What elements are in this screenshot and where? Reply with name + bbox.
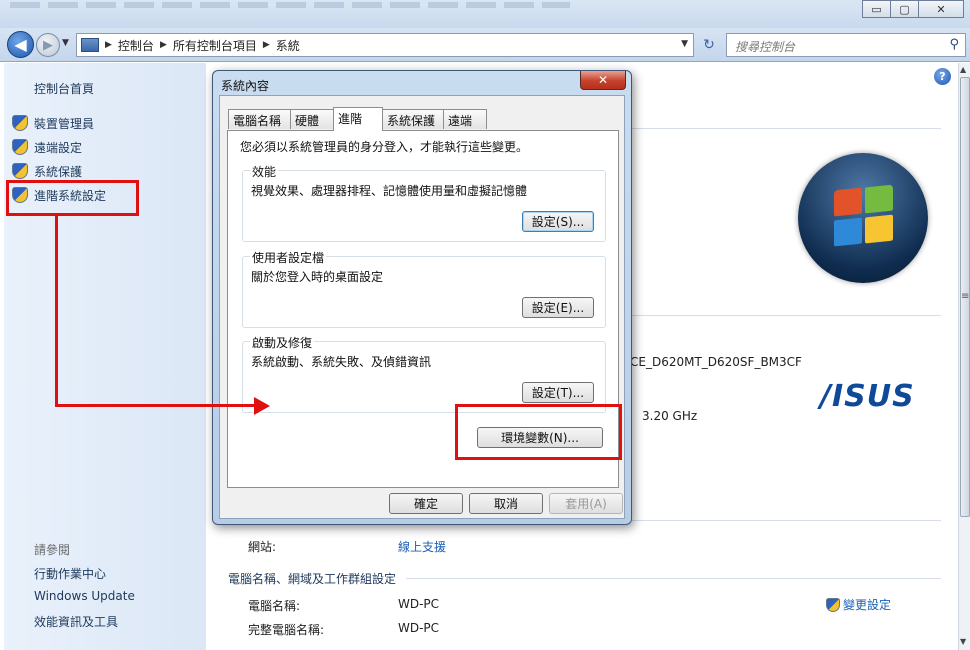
tab-system-protection[interactable]: 系統保護 <box>382 109 444 129</box>
sidebar-item-label: 遠端設定 <box>34 140 83 155</box>
search-icon[interactable]: ⚲ <box>949 37 959 52</box>
shield-icon <box>12 115 28 131</box>
scroll-grip-icon: ≡ <box>961 291 970 302</box>
chevron-down-icon[interactable]: ▼ <box>681 39 688 49</box>
refresh-button[interactable]: ↻ <box>697 33 721 57</box>
user-profiles-settings-button[interactable]: 設定(E)... <box>522 297 594 318</box>
vertical-scrollbar[interactable]: ▲ ≡ ▼ <box>958 63 970 650</box>
blurred-title-text <box>10 2 570 8</box>
forward-button[interactable]: ▶ <box>36 33 60 57</box>
see-also-heading: 請參閱 <box>34 543 71 557</box>
performance-info-link[interactable]: 效能資訊及工具 <box>34 613 118 630</box>
navigation-bar: ◀ ▶ ▼ ▶ 控制台 ▶ 所有控制台項目 ▶ 系統 ▼ ↻ 搜尋控制台 ⚲ <box>0 28 970 62</box>
flag-green <box>865 184 893 214</box>
dialog-close-button[interactable]: ✕ <box>580 71 626 90</box>
scroll-up-icon[interactable]: ▲ <box>960 65 966 74</box>
group-title: 效能 <box>250 163 279 180</box>
annotation-arrow-horizontal <box>55 404 255 407</box>
performance-group: 效能 視覺效果、處理器排程、記憶體使用量和虛擬記憶體 設定(S)... <box>242 163 606 242</box>
windows-update-link[interactable]: Windows Update <box>34 589 135 603</box>
sidebar-item-system-protection[interactable]: 系統保護 <box>12 161 82 181</box>
startup-recovery-settings-button[interactable]: 設定(T)... <box>522 382 594 403</box>
close-button[interactable]: ✕ <box>918 0 964 18</box>
sidebar-home-link[interactable]: 控制台首頁 <box>34 80 94 97</box>
change-settings-label: 變更設定 <box>843 598 892 612</box>
search-placeholder: 搜尋控制台 <box>735 40 796 54</box>
chevron-right-icon[interactable]: ▶ <box>105 40 112 50</box>
shield-icon <box>12 139 28 155</box>
system-model-text: CE_D620MT_D620SF_BM3CF <box>630 355 802 369</box>
computer-name-key: 電腦名稱: <box>248 599 301 613</box>
annotation-arrowhead <box>254 397 270 415</box>
windows-logo <box>798 153 928 283</box>
website-key: 網站: <box>248 540 277 554</box>
sidebar-item-label: 系統保護 <box>34 164 83 179</box>
full-computer-name-value: WD-PC <box>398 621 440 635</box>
group-description: 視覺效果、處理器排程、記憶體使用量和虛擬記憶體 <box>251 184 528 198</box>
group-title: 啟動及修復 <box>250 334 315 351</box>
online-support-link[interactable]: 線上支援 <box>398 538 446 555</box>
window-titlebar: ▭ ▢ ✕ <box>0 0 970 28</box>
user-profiles-group: 使用者設定檔 關於您登入時的桌面設定 設定(E)... <box>242 249 606 328</box>
sidebar-item-device-manager[interactable]: 裝置管理員 <box>12 113 94 133</box>
window-controls: ▭ ▢ ✕ <box>862 0 964 18</box>
sidebar-item-label: 裝置管理員 <box>34 116 95 131</box>
scroll-down-icon[interactable]: ▼ <box>960 637 966 646</box>
apply-button[interactable]: 套用(A) <box>549 493 623 514</box>
sidebar: 控制台首頁 裝置管理員 遠端設定 系統保護 進階系統設定 請參閱 行動作業中心 … <box>4 63 206 650</box>
help-icon[interactable]: ? <box>934 68 951 85</box>
group-description: 系統啟動、系統失敗、及偵錯資訊 <box>251 355 432 369</box>
highlight-advanced-settings <box>6 180 139 216</box>
highlight-environment-variables <box>455 404 622 460</box>
cpu-speed-text: 3.20 GHz <box>642 409 698 423</box>
tab-computer-name[interactable]: 電腦名稱 <box>228 109 291 129</box>
flag-blue <box>834 217 862 247</box>
startup-recovery-group: 啟動及修復 系統啟動、系統失敗、及偵錯資訊 設定(T)... <box>242 334 606 413</box>
flag-yellow <box>865 214 893 244</box>
search-input[interactable]: 搜尋控制台 ⚲ <box>726 33 966 57</box>
shield-icon <box>826 597 840 612</box>
action-center-link[interactable]: 行動作業中心 <box>34 565 106 582</box>
chevron-right-icon[interactable]: ▶ <box>263 40 270 50</box>
tab-remote[interactable]: 遠端 <box>443 109 487 129</box>
breadcrumb-all-items[interactable]: 所有控制台項目 <box>173 37 257 54</box>
sidebar-item-remote-settings[interactable]: 遠端設定 <box>12 137 82 157</box>
annotation-arrow-vertical <box>55 216 58 407</box>
ok-button[interactable]: 確定 <box>389 493 463 514</box>
group-description: 關於您登入時的桌面設定 <box>251 270 384 284</box>
recent-pages-dropdown[interactable]: ▼ <box>62 38 69 48</box>
cancel-button[interactable]: 取消 <box>469 493 543 514</box>
breadcrumb-control-panel[interactable]: 控制台 <box>118 37 154 54</box>
tab-hardware[interactable]: 硬體 <box>290 109 334 129</box>
group-title: 使用者設定檔 <box>250 249 327 266</box>
chevron-right-icon[interactable]: ▶ <box>160 40 167 50</box>
minimize-button[interactable]: ▭ <box>862 0 891 18</box>
back-button[interactable]: ◀ <box>7 31 34 58</box>
flag-red <box>834 187 862 217</box>
divider <box>406 578 941 579</box>
change-settings-link[interactable]: 變更設定 <box>826 596 891 613</box>
maximize-button[interactable]: ▢ <box>890 0 919 18</box>
shield-icon <box>12 163 28 179</box>
performance-settings-button[interactable]: 設定(S)... <box>522 211 594 232</box>
dialog-title: 系統內容 <box>221 79 270 93</box>
computer-name-value: WD-PC <box>398 597 440 611</box>
full-computer-name-key: 完整電腦名稱: <box>248 623 325 637</box>
address-bar[interactable]: ▶ 控制台 ▶ 所有控制台項目 ▶ 系統 ▼ <box>76 33 694 57</box>
tab-advanced[interactable]: 進階 <box>333 107 383 131</box>
admin-note: 您必須以系統管理員的身分登入，才能執行這些變更。 <box>240 140 529 154</box>
asus-logo: /ISUS <box>820 379 915 414</box>
breadcrumb-system[interactable]: 系統 <box>276 37 300 54</box>
computer-name-section-title: 電腦名稱、網域及工作群組設定 <box>228 572 397 586</box>
control-panel-icon <box>81 38 99 52</box>
